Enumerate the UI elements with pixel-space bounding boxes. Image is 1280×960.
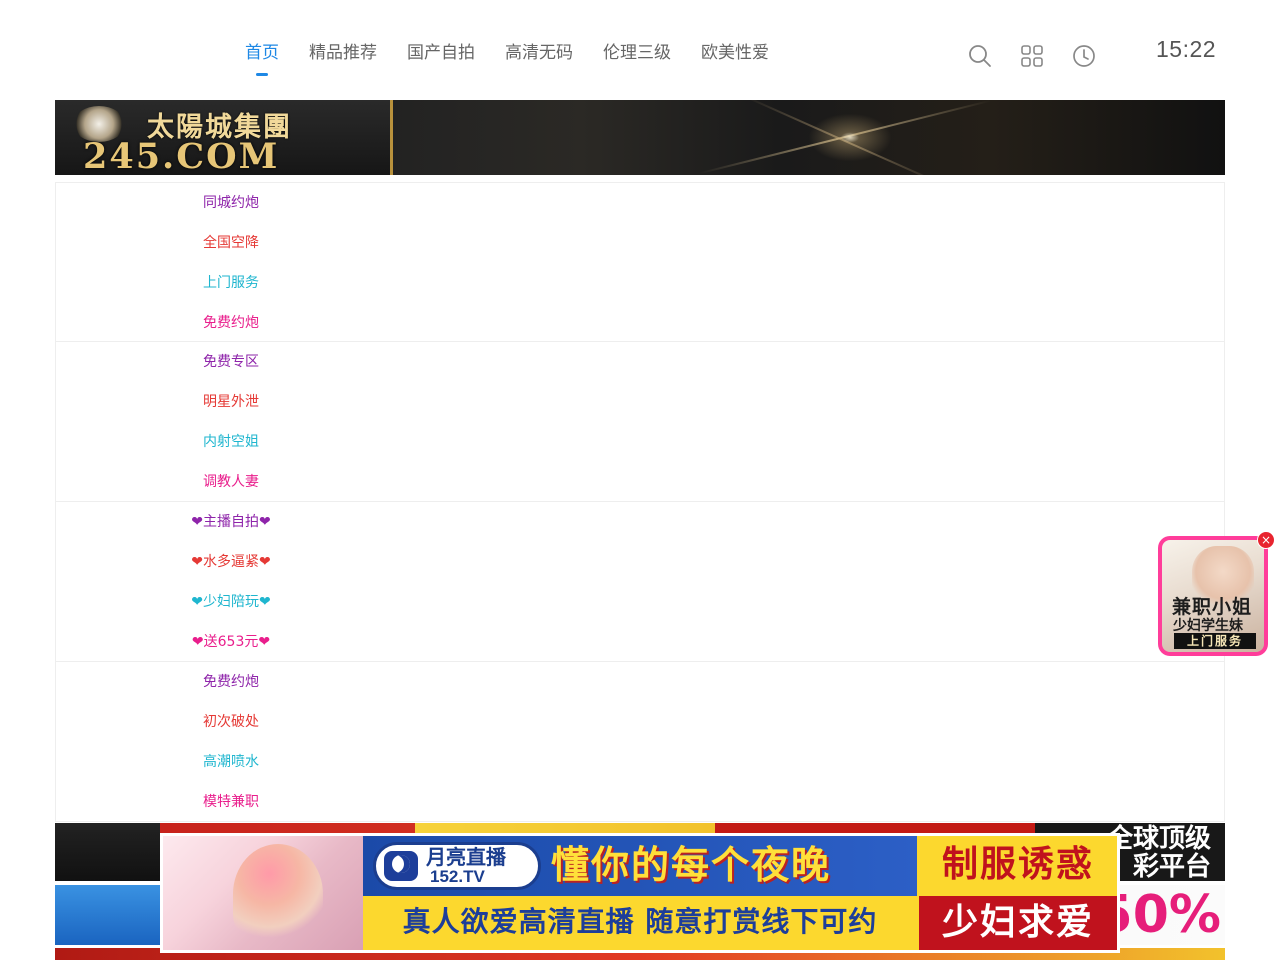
link-item[interactable]: ❤送653元❤ xyxy=(56,622,406,662)
nav-item-hd-uncensored[interactable]: 高清无码 xyxy=(490,40,588,66)
nav-item-home[interactable]: 首页 xyxy=(230,40,294,76)
time-display: 15:22 xyxy=(1156,36,1217,62)
casino-domain-text: 245.COM xyxy=(83,136,280,175)
casino-banner-top[interactable]: 太陽城集團 245.COM xyxy=(55,100,1225,175)
moon-icon xyxy=(384,851,418,881)
link-item[interactable]: 上门服务 xyxy=(56,263,406,303)
link-item[interactable]: 同城约炮 xyxy=(56,183,406,223)
live-ad-tag-bottom: 少妇求爱 xyxy=(919,896,1117,950)
floating-side-ad[interactable]: 兼职小姐 少妇学生妹 上门服务 xyxy=(1158,536,1268,656)
sparkle-decoration xyxy=(785,100,915,175)
history-clock-icon[interactable] xyxy=(1068,40,1100,72)
live-app-name: 月亮直播 xyxy=(426,845,506,869)
floating-ad-subtitle: 少妇学生妹 xyxy=(1173,618,1243,634)
floating-ad-tag: 上门服务 xyxy=(1174,633,1256,649)
link-group-2: 免费专区 明星外泄 内射空姐 调教人妻 xyxy=(55,342,1225,502)
link-item[interactable]: 高潮喷水 xyxy=(56,742,406,782)
live-app-domain: 152.TV xyxy=(430,867,485,886)
banner-slogan-line: 全球顶级 xyxy=(1106,824,1211,854)
link-item[interactable]: 初次破处 xyxy=(56,702,406,742)
casino-logo: 太陽城集團 245.COM xyxy=(55,100,393,175)
lion-logo-icon xyxy=(55,885,160,945)
live-app-logo: 月亮直播 152.TV xyxy=(373,842,541,890)
link-item[interactable]: 明星外泄 xyxy=(56,382,406,422)
banner-slogan-line: 彩平台 xyxy=(1132,852,1211,881)
link-item[interactable]: 调教人妻 xyxy=(56,462,406,502)
banner-slogan: 全球顶级 彩平台 xyxy=(1107,825,1211,881)
link-item[interactable]: ❤少妇陪玩❤ xyxy=(56,582,406,622)
model-photo xyxy=(163,836,363,950)
link-item[interactable]: 内射空姐 xyxy=(56,422,406,462)
nav-item-category-3[interactable]: 伦理三级 xyxy=(588,40,686,66)
nav-menu: 首页 精品推荐 国产自拍 高清无码 伦理三级 欧美性爱 xyxy=(230,40,784,76)
grid-icon[interactable] xyxy=(1016,40,1048,72)
link-item[interactable]: ❤主播自拍❤ xyxy=(56,502,406,542)
top-navigation: 首页 精品推荐 国产自拍 高清无码 伦理三级 欧美性爱 15:22 xyxy=(0,0,1280,100)
live-ad-subline: 真人欲爱高清直播 随意打赏线下可约 xyxy=(402,905,878,938)
close-icon[interactable]: × xyxy=(1257,531,1275,549)
live-ad-headline: 懂你的每个夜晚 xyxy=(551,843,832,887)
nav-item-domestic[interactable]: 国产自拍 xyxy=(392,40,490,66)
model-figure xyxy=(233,844,323,944)
link-item[interactable]: 免费约炮 xyxy=(56,303,406,343)
link-item[interactable]: ❤水多逼紧❤ xyxy=(56,542,406,582)
nav-item-featured[interactable]: 精品推荐 xyxy=(294,40,392,66)
link-group-4: 免费约炮 初次破处 高潮喷水 模特兼职 xyxy=(55,662,1225,822)
link-group-1: 同城约炮 全国空降 上门服务 免费约炮 xyxy=(55,182,1225,342)
link-item[interactable]: 全国空降 xyxy=(56,223,406,263)
live-ad-tag-top: 制服诱惑 xyxy=(919,836,1117,896)
link-groups: 同城约炮 全国空降 上门服务 免费约炮 免费专区 明星外泄 内射空姐 调教人妻 … xyxy=(55,182,1225,822)
floating-ad-image: 兼职小姐 少妇学生妹 上门服务 xyxy=(1162,540,1264,652)
header-tools xyxy=(964,40,1120,72)
nav-item-western[interactable]: 欧美性爱 xyxy=(686,40,784,66)
link-item[interactable]: 免费约炮 xyxy=(56,662,406,702)
live-stream-overlay-ad[interactable]: 月亮直播 152.TV 懂你的每个夜晚 真人欲爱高清直播 随意打赏线下可约 制服… xyxy=(160,833,1120,953)
link-item[interactable]: 模特兼职 xyxy=(56,782,406,822)
winged-lion-logo-icon xyxy=(55,823,160,881)
link-item[interactable]: 免费专区 xyxy=(56,342,406,382)
search-icon[interactable] xyxy=(964,40,996,72)
link-group-3: ❤主播自拍❤ ❤水多逼紧❤ ❤少妇陪玩❤ ❤送653元❤ xyxy=(55,502,1225,662)
